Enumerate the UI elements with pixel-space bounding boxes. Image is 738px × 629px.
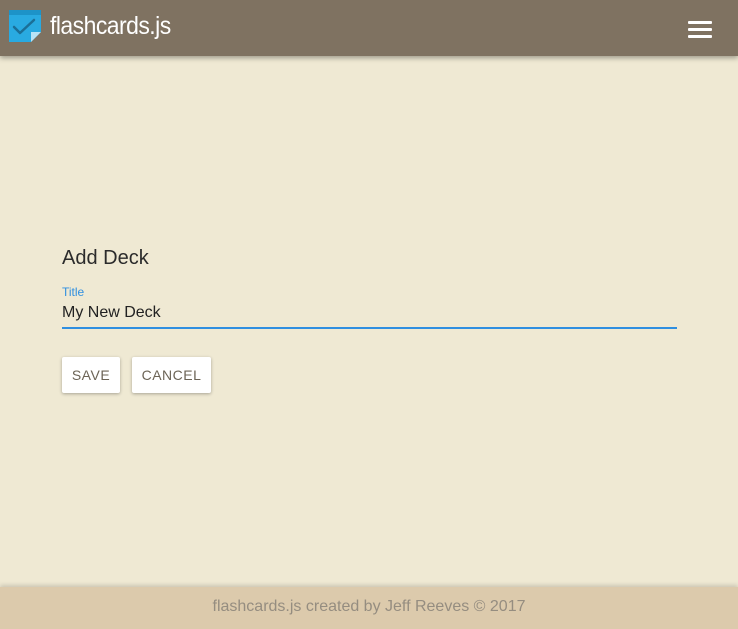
title-field-label: Title: [62, 285, 85, 299]
app-root: flashcards.js Add Deck Title SAVE CANCEL…: [0, 0, 738, 629]
note-check-icon[interactable]: [7, 8, 43, 42]
menu-bar: [688, 35, 712, 38]
title-input[interactable]: [62, 301, 677, 325]
footer-text: flashcards.js created by Jeff Reeves © 2…: [212, 598, 526, 615]
menu-bar: [688, 28, 712, 31]
app-title[interactable]: flashcards.js: [50, 12, 171, 41]
menu-bar: [688, 21, 712, 24]
footer: flashcards.js created by Jeff Reeves © 2…: [0, 587, 738, 629]
hamburger-menu-icon[interactable]: [680, 12, 720, 46]
title-field: Title: [62, 285, 677, 332]
title-field-underline: [62, 327, 677, 329]
form-heading: Add Deck: [62, 247, 149, 269]
cancel-button[interactable]: CANCEL: [132, 357, 211, 393]
app-bar: flashcards.js: [0, 0, 738, 56]
add-deck-form: Add Deck Title SAVE CANCEL: [62, 247, 678, 393]
save-button[interactable]: SAVE: [62, 357, 120, 393]
